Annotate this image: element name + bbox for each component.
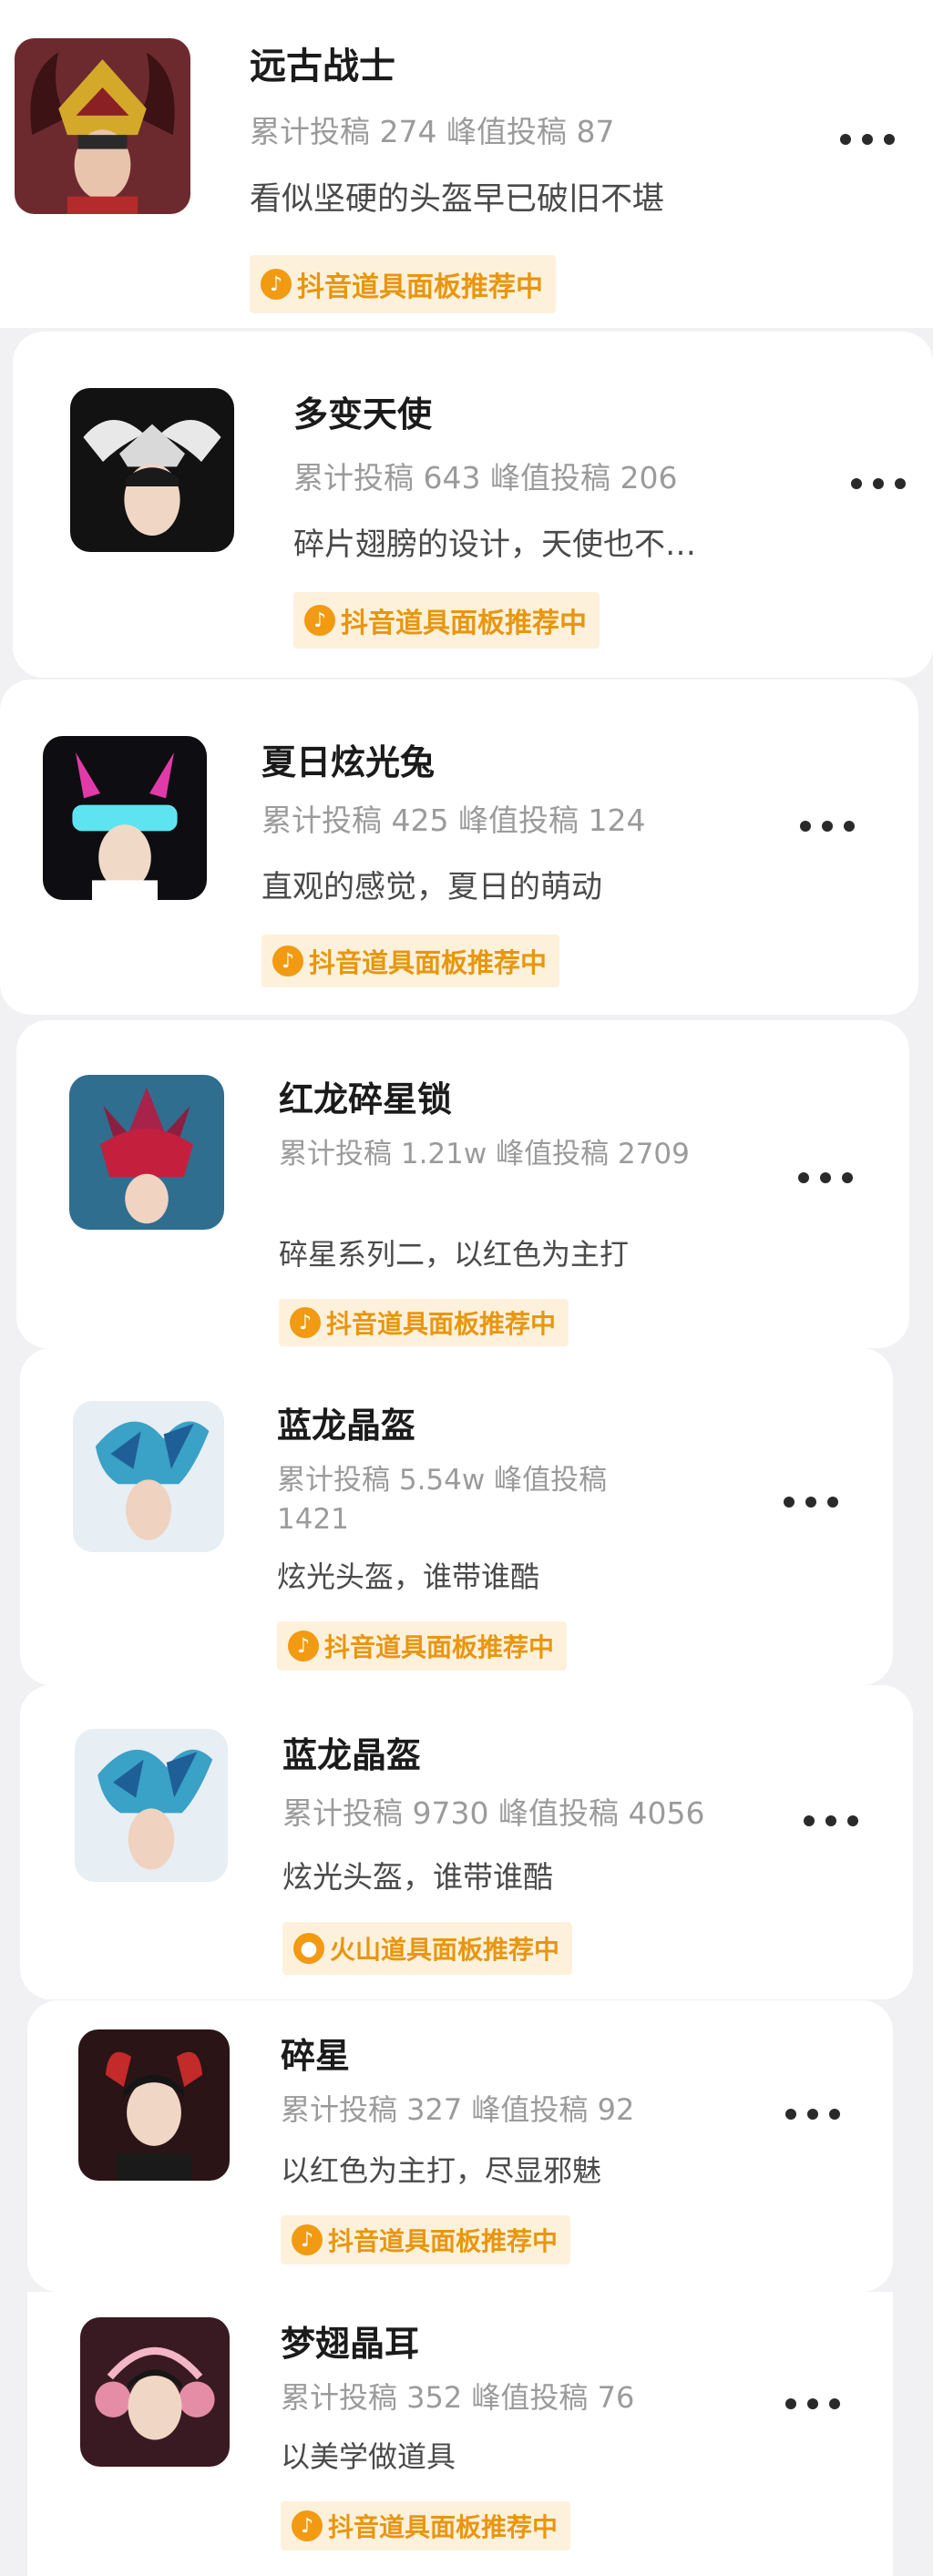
badge-label: 抖音道具面板推荐中 [309,947,548,978]
recommend-badge[interactable]: ♪ 抖音道具面板推荐中 [279,1299,569,1346]
item-title: 蓝龙晶盔 [282,1735,422,1775]
badge-label: 抖音道具面板推荐中 [341,608,587,639]
item-description: 炫光头盔，谁带谁酷 [277,1559,540,1594]
list-item[interactable]: 夏日炫光兔 累计投稿 425 峰值投稿 124 直观的感觉，夏日的萌动 ♪ 抖音… [0,680,918,1015]
recommend-badge[interactable]: ♪ 抖音道具面板推荐中 [277,1621,568,1671]
item-stats: 累计投稿 5.54w 峰值投稿 1421 [277,1464,608,1537]
more-options-button[interactable] [840,126,895,153]
douyin-icon: ♪ [292,2510,323,2541]
badge-label: 抖音道具面板推荐中 [328,2226,559,2256]
item-thumbnail[interactable] [73,1401,224,1552]
recommend-badge[interactable]: ● 火山道具面板推荐中 [282,1922,573,1975]
item-stats: 累计投稿 643 峰值投稿 206 [293,460,678,496]
list-item[interactable]: 蓝龙晶盔 累计投稿 5.54w 峰值投稿 1421 炫光头盔，谁带谁酷 ♪ 抖音… [20,1348,893,1685]
item-thumbnail[interactable] [43,736,207,900]
item-description: 碎星系列二，以红色为主打 [279,1237,630,1272]
badge-label: 抖音道具面板推荐中 [328,2512,559,2542]
item-description: 炫光头盔，谁带谁酷 [282,1859,553,1895]
item-stats: 累计投稿 327 峰值投稿 92 [281,2092,635,2127]
recommend-badge[interactable]: ♪ 抖音道具面板推荐中 [261,935,560,987]
item-thumbnail[interactable] [15,38,190,214]
douyin-icon: ♪ [304,605,335,636]
more-options-button[interactable] [798,1164,853,1191]
item-stats: 累计投稿 352 峰值投稿 76 [281,2380,635,2415]
badge-label: 抖音道具面板推荐中 [326,1309,557,1339]
badge-label: 抖音道具面板推荐中 [297,271,543,303]
item-stats: 累计投稿 9730 峰值投稿 4056 [282,1795,705,1831]
item-description: 看似坚硬的头盔早已破旧不堪 [250,181,665,218]
item-description: 以红色为主打，尽显邪魅 [281,2153,602,2188]
item-description: 直观的感觉，夏日的萌动 [261,869,602,905]
item-title: 远古战士 [250,46,395,87]
item-thumbnail[interactable] [80,2317,230,2467]
douyin-icon: ♪ [261,269,292,300]
item-title: 梦翅晶耳 [281,2324,420,2364]
item-thumbnail[interactable] [70,388,234,552]
recommend-badge[interactable]: ♪ 抖音道具面板推荐中 [293,592,600,649]
list-item[interactable]: 多变天使 累计投稿 643 峰值投稿 206 碎片翅膀的设计，天使也不… ♪ 抖… [13,332,933,678]
douyin-icon: ♪ [288,1630,319,1661]
item-thumbnail[interactable] [69,1075,224,1230]
item-title: 碎星 [281,2036,351,2076]
douyin-icon: ♪ [292,2224,323,2255]
recommend-badge[interactable]: ♪ 抖音道具面板推荐中 [281,2215,571,2264]
list-item[interactable]: 碎星 累计投稿 327 峰值投稿 92 以红色为主打，尽显邪魅 ♪ 抖音道具面板… [27,2000,893,2292]
badge-label: 火山道具面板推荐中 [330,1935,560,1965]
item-title: 夏日炫光兔 [261,742,436,782]
item-stats: 累计投稿 274 峰值投稿 87 [250,114,615,149]
recommend-badge[interactable]: ♪ 抖音道具面板推荐中 [250,255,556,313]
more-options-button[interactable] [800,813,855,840]
item-title: 蓝龙晶盔 [277,1406,416,1446]
more-options-button[interactable] [851,470,906,497]
huoshan-icon: ● [293,1933,324,1964]
list-item[interactable]: 远古战士 累计投稿 274 峰值投稿 87 看似坚硬的头盔早已破旧不堪 ♪ 抖音… [0,0,933,328]
list-item[interactable]: 红龙碎星锁 累计投稿 1.21w 峰值投稿 2709 碎星系列二，以红色为主打 … [16,1020,909,1348]
more-options-button[interactable] [784,1488,838,1516]
item-thumbnail[interactable] [75,1729,228,1882]
badge-label: 抖音道具面板推荐中 [324,1632,555,1662]
douyin-icon: ♪ [272,946,303,976]
item-thumbnail[interactable] [78,2029,230,2181]
more-options-button[interactable] [804,1807,858,1835]
item-stats: 累计投稿 425 峰值投稿 124 [261,802,646,838]
recommend-badge[interactable]: ♪ 抖音道具面板推荐中 [281,2501,571,2550]
more-options-button[interactable] [785,2390,840,2418]
list-item[interactable]: 蓝龙晶盔 累计投稿 9730 峰值投稿 4056 炫光头盔，谁带谁酷 ● 火山道… [20,1685,913,1999]
item-title: 多变天使 [293,394,433,434]
item-description: 以美学做道具 [281,2439,456,2474]
more-options-button[interactable] [785,2101,840,2128]
item-description: 碎片翅膀的设计，天使也不… [293,526,696,563]
douyin-icon: ♪ [290,1307,321,1338]
list-item[interactable]: 梦翅晶耳 累计投稿 352 峰值投稿 76 以美学做道具 ♪ 抖音道具面板推荐中 [27,2292,893,2576]
item-title: 红龙碎星锁 [279,1079,453,1119]
item-stats: 累计投稿 1.21w 峰值投稿 2709 [279,1138,690,1170]
